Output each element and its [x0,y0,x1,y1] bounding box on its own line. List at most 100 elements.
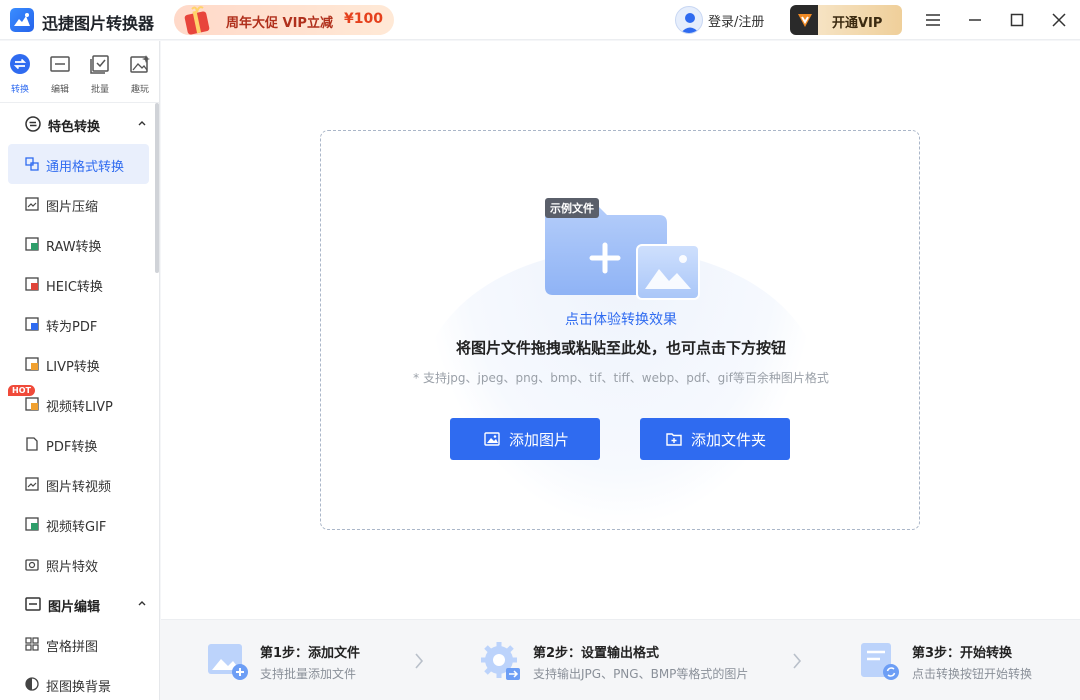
app-logo-icon [10,8,34,32]
folder-add-icon [666,433,682,446]
try-conversion-link[interactable]: 点击体验转换效果 [321,309,919,329]
sidebar-item-video-to-gif[interactable]: 视频转GIF [8,504,149,544]
sidebar-scrollbar[interactable] [155,103,159,273]
sidebar-item-cutout-bg[interactable]: 抠图换背景 [8,664,149,700]
promo-text: 周年大促 VIP立减 [226,16,333,31]
cutout-icon [25,677,39,691]
drop-instructions: 将图片文件拖拽或粘贴至此处，也可点击下方按钮 [455,339,786,357]
video-icon [25,517,39,531]
batch-icon [90,55,109,74]
sidebar-item-pdf-convert[interactable]: PDF转换 [8,424,149,464]
close-icon[interactable] [1047,8,1071,32]
avatar-icon[interactable] [675,6,703,34]
step-3-title: 第3步：开始转换 [912,646,1013,661]
tab-label: 批量 [90,85,109,95]
format-convert-icon [25,157,39,171]
grid-icon [25,637,39,651]
step-2-sub: 支持输出JPG、PNG、BMP等格式的图片 [533,667,749,681]
sidebar-item-label: 视频转GIF [46,520,107,535]
minimize-icon[interactable] [963,8,987,32]
chevron-right-icon [793,653,802,669]
sidebar-item-label: RAW转换 [46,240,102,255]
step-2-title: 第2步：设置输出格式 [533,646,660,661]
tab-fun[interactable]: 趣玩 [120,49,160,97]
image-icon [25,277,39,291]
sidebar-item-label: HEIC转换 [46,280,103,295]
vip-crown-icon [798,14,812,27]
image-icon [25,357,39,371]
tab-batch[interactable]: 批量 [80,49,120,97]
sidebar: 特色转换 通用格式转换 图片压缩 RAW转换 HEIC转换 转为PDF LIVP… [0,103,160,700]
main-panel: 示例文件 点击体验转换效果 将图片文件拖拽或粘贴至此处，也可点击下方按钮 * 支… [161,41,1080,619]
sidebar-item-raw[interactable]: RAW转换 [8,224,149,264]
tab-label: 转换 [10,85,29,95]
sample-file-tag: 示例文件 [545,198,599,218]
tab-label: 趣玩 [130,85,149,95]
mode-tabs: 转换 编辑 批量 趣玩 [0,41,160,103]
open-vip-button[interactable]: 开通VIP [790,5,902,35]
camera-icon [25,559,39,571]
tab-edit[interactable]: 编辑 [40,49,80,97]
chevron-up-icon [138,601,146,606]
step-3-sub: 点击转换按钮开始转换 [912,667,1033,681]
convert-icon [10,54,30,74]
sidebar-item-label: 抠图换背景 [46,680,112,695]
image-icon [25,477,39,491]
sidebar-item-compress[interactable]: 图片压缩 [8,184,149,224]
start-convert-step-icon [861,643,899,680]
add-image-button[interactable]: 添加图片 [450,418,600,460]
section-label: 特色转换 [48,120,101,135]
app-title: 迅捷图片转换器 [42,14,155,33]
sidebar-item-label: 图片转视频 [46,480,112,495]
sidebar-item-label: PDF转换 [46,440,98,455]
sidebar-item-photo-effects[interactable]: 照片特效 [8,544,149,584]
add-folder-label: 添加文件夹 [691,431,767,449]
sidebar-item-livp[interactable]: LIVP转换 [8,344,149,384]
edit-icon [25,597,41,611]
sidebar-item-label: 照片特效 [46,560,99,575]
chevron-right-icon [415,653,424,669]
add-image-label: 添加图片 [509,431,570,449]
title-bar: 迅捷图片转换器 周年大促 VIP立减 ¥100 登录/注册 开通VIP [0,0,1080,40]
sidebar-item-label: 视频转LIVP [46,400,113,415]
convert-icon [25,116,41,132]
image-icon [25,317,39,331]
section-image-edit[interactable]: 图片编辑 [0,584,158,624]
sidebar-item-label: 宫格拼图 [46,640,99,655]
image-icon [484,432,500,446]
sidebar-item-image-to-video[interactable]: 图片转视频 [8,464,149,504]
sidebar-item-label: LIVP转换 [46,360,100,375]
tab-label: 编辑 [50,85,69,95]
image-icon [25,197,39,211]
drop-zone[interactable]: 示例文件 点击体验转换效果 将图片文件拖拽或粘贴至此处，也可点击下方按钮 * 支… [320,130,920,530]
sidebar-item-label: 转为PDF [46,320,98,335]
fun-icon [130,55,150,73]
chevron-up-icon [138,121,146,126]
sidebar-item-label: 通用格式转换 [46,160,125,175]
promo-price: ¥100 [344,11,383,27]
step-1-title: 第1步：添加文件 [260,646,361,661]
sidebar-item-grid-collage[interactable]: 宫格拼图 [8,624,149,664]
section-feature-convert[interactable]: 特色转换 [0,104,158,144]
gift-icon [184,6,210,35]
add-file-step-icon [208,644,248,680]
maximize-icon[interactable] [1005,8,1029,32]
login-link[interactable]: 登录/注册 [708,11,764,30]
sidebar-item-to-pdf[interactable]: 转为PDF [8,304,149,344]
video-icon [25,397,39,411]
steps-bar: 第1步：添加文件 支持批量添加文件 第2步：设置输出格式 支持输出JPG、PNG… [161,619,1080,700]
pdf-icon [26,437,38,451]
sidebar-item-video-to-livp[interactable]: 视频转LIVP [8,384,149,424]
menu-icon[interactable] [921,8,945,32]
vip-label: 开通VIP [832,16,883,31]
sidebar-item-general-convert[interactable]: 通用格式转换 [8,144,149,184]
sidebar-item-heic[interactable]: HEIC转换 [8,264,149,304]
step-1-sub: 支持批量添加文件 [260,667,357,681]
sidebar-item-label: 图片压缩 [46,200,99,215]
section-label: 图片编辑 [48,600,101,615]
tab-convert[interactable]: 转换 [0,49,40,97]
promo-banner[interactable]: 周年大促 VIP立减 ¥100 [174,5,394,35]
image-icon [25,237,39,251]
add-folder-button[interactable]: 添加文件夹 [640,418,790,460]
supported-formats: * 支持jpg、jpeg、png、bmp、tif、tiff、webp、pdf、g… [413,371,829,385]
